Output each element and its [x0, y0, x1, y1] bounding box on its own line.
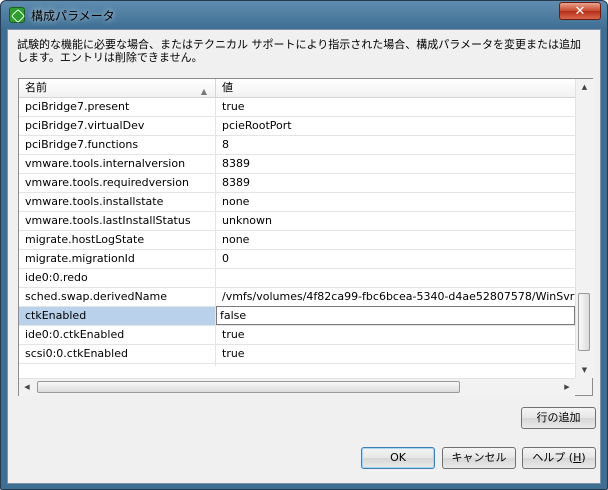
help-button-label-close: ) — [581, 451, 586, 464]
horizontal-scroll-thumb[interactable] — [37, 381, 460, 393]
parameter-value-cell[interactable]: 8389 — [216, 174, 575, 192]
empty-value-cell[interactable] — [216, 364, 575, 366]
column-header-value[interactable]: 値 — [216, 79, 575, 97]
parameter-name-cell[interactable]: scsi0:0.ctkEnabled — [19, 345, 216, 363]
table-row[interactable]: vmware.tools.installstate none — [19, 193, 575, 212]
parameter-value-cell[interactable]: true — [216, 98, 575, 116]
table-row[interactable]: ctkEnabled false — [19, 306, 575, 326]
horizontal-scrollbar[interactable]: ◀ ▶ — [19, 378, 575, 396]
app-icon — [9, 7, 25, 23]
window-title: 構成パラメータ — [31, 9, 115, 23]
parameter-value-cell[interactable]: true — [216, 345, 575, 363]
parameter-value-cell[interactable]: true — [216, 326, 575, 344]
parameter-name-cell[interactable]: pciBridge7.present — [19, 98, 216, 116]
column-header-name-label: 名前 — [25, 81, 47, 94]
ok-button[interactable]: OK — [361, 447, 435, 469]
parameter-value-cell[interactable]: 0 — [216, 250, 575, 268]
table-row[interactable]: pciBridge7.virtualDev pcieRootPort — [19, 117, 575, 136]
dialog-body: 試験的な機能に必要な場合、またはテクニカル サポートにより指示された場合、構成パ… — [7, 29, 601, 484]
parameter-name-cell[interactable]: pciBridge7.functions — [19, 136, 216, 154]
parameter-name-cell[interactable]: ide0:0.redo — [19, 269, 216, 287]
help-button[interactable]: ヘルプ (H) — [522, 447, 596, 469]
parameter-name-cell[interactable]: ctkEnabled — [19, 307, 216, 325]
table-row[interactable]: vmware.tools.lastInstallStatus unknown — [19, 212, 575, 231]
table-row[interactable]: migrate.migrationId 0 — [19, 250, 575, 269]
column-header-name[interactable]: 名前 ▲ — [19, 79, 216, 97]
parameter-value-cell[interactable]: /vmfs/volumes/4f82ca99-fbc6bcea-5340-d4a… — [216, 288, 575, 306]
table-row[interactable]: ide0:0.ctkEnabled true — [19, 326, 575, 345]
parameter-name-cell[interactable]: ide0:0.ctkEnabled — [19, 326, 216, 344]
help-button-label: ヘルプ ( — [532, 451, 574, 464]
scroll-up-arrow-icon[interactable]: ▲ — [576, 79, 593, 95]
parameter-name-cell[interactable]: sched.swap.derivedName — [19, 288, 216, 306]
description-text: 試験的な機能に必要な場合、またはテクニカル サポートにより指示された場合、構成パ… — [17, 38, 581, 64]
parameter-value-cell[interactable]: none — [216, 193, 575, 211]
scroll-right-arrow-icon[interactable]: ▶ — [559, 379, 575, 396]
parameter-name-cell[interactable]: migrate.hostLogState — [19, 231, 216, 249]
dialog-window: 構成パラメータ ✕ 試験的な機能に必要な場合、またはテクニカル サポートにより指… — [0, 0, 608, 490]
vertical-scrollbar[interactable]: ▲ ▼ — [575, 79, 593, 378]
cancel-button[interactable]: キャンセル — [442, 447, 516, 469]
scroll-left-arrow-icon[interactable]: ◀ — [19, 379, 35, 396]
table-row[interactable]: scsi0:0.ctkEnabled true — [19, 345, 575, 364]
add-row-button[interactable]: 行の追加 — [521, 407, 596, 429]
table-row[interactable]: vmware.tools.requiredversion 8389 — [19, 174, 575, 193]
vertical-scroll-thumb[interactable] — [578, 293, 590, 351]
parameter-value-cell[interactable]: 8389 — [216, 155, 575, 173]
parameter-name-cell[interactable]: migrate.migrationId — [19, 250, 216, 268]
parameter-name-cell[interactable]: vmware.tools.lastInstallStatus — [19, 212, 216, 230]
grid-header: 名前 ▲ 値 — [19, 79, 575, 98]
table-row[interactable]: sched.swap.derivedName/vmfs/volumes/4f82… — [19, 288, 575, 307]
table-row[interactable]: migrate.hostLogState none — [19, 231, 575, 250]
grid-rows: pciBridge7.present true pciBridge7.virtual… — [19, 98, 575, 366]
close-button[interactable]: ✕ — [559, 2, 601, 20]
parameter-name-cell[interactable]: vmware.tools.requiredversion — [19, 174, 216, 192]
parameter-value-cell[interactable]: 8 — [216, 136, 575, 154]
scrollbar-corner — [575, 378, 592, 395]
empty-name-cell[interactable] — [19, 364, 216, 366]
parameter-name-cell[interactable]: vmware.tools.installstate — [19, 193, 216, 211]
table-row[interactable]: vmware.tools.internalversion 8389 — [19, 155, 575, 174]
parameter-name-cell[interactable]: pciBridge7.virtualDev — [19, 117, 216, 135]
table-row[interactable]: pciBridge7.present true — [19, 98, 575, 117]
parameter-value-cell[interactable] — [216, 269, 575, 287]
empty-row[interactable] — [19, 364, 575, 366]
title-bar[interactable]: 構成パラメータ ✕ — [1, 1, 607, 29]
scroll-down-arrow-icon[interactable]: ▼ — [576, 362, 593, 378]
column-header-value-label: 値 — [222, 81, 233, 94]
table-row[interactable]: ide0:0.redo — [19, 269, 575, 288]
parameter-name-cell[interactable]: vmware.tools.internalversion — [19, 155, 216, 173]
parameter-value-editor[interactable]: false — [216, 306, 575, 325]
parameter-value-cell[interactable]: unknown — [216, 212, 575, 230]
parameter-grid: 名前 ▲ 値 pciBridge7.present true pciBridge7.… — [18, 78, 593, 396]
parameter-value-cell[interactable]: pcieRootPort — [216, 117, 575, 135]
parameter-value-cell[interactable]: none — [216, 231, 575, 249]
table-row[interactable]: pciBridge7.functions 8 — [19, 136, 575, 155]
